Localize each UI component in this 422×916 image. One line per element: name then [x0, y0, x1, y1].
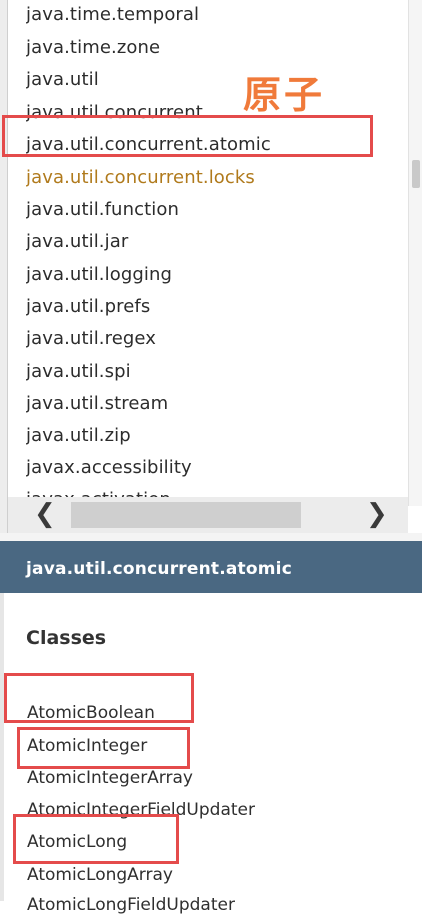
package-link-java-util-concurrent[interactable]: java.util.concurrent	[26, 102, 203, 124]
package-link-java-util-logging[interactable]: java.util.logging	[26, 264, 172, 286]
frame-left-edge	[0, 593, 4, 901]
class-list-frame: Classes AtomicBoolean AtomicInteger Atom…	[0, 593, 422, 915]
package-link-java-util[interactable]: java.util	[26, 69, 99, 91]
class-link-atomiclong[interactable]: AtomicLong	[27, 831, 127, 853]
vertical-scrollbar[interactable]	[408, 0, 422, 506]
class-link-atomicboolean[interactable]: AtomicBoolean	[27, 702, 155, 724]
package-link-javax-accessibility[interactable]: javax.accessibility	[26, 457, 192, 479]
class-link-atomiclongfieldupdater[interactable]: AtomicLongFieldUpdater	[27, 894, 235, 916]
classes-heading: Classes	[26, 627, 107, 649]
package-link-java-util-concurrent-atomic[interactable]: java.util.concurrent.atomic	[26, 134, 271, 156]
package-link-java-util-function[interactable]: java.util.function	[26, 199, 179, 221]
horizontal-scrollbar[interactable]: ❮ ❯	[8, 497, 408, 533]
package-link-java-util-stream[interactable]: java.util.stream	[26, 393, 168, 415]
package-title[interactable]: java.util.concurrent.atomic	[26, 559, 292, 579]
class-link-atomicintegerfieldupdater[interactable]: AtomicIntegerFieldUpdater	[27, 799, 255, 821]
scroll-right-arrow-icon[interactable]: ❯	[366, 499, 388, 529]
package-header-bar: java.util.concurrent.atomic	[0, 541, 422, 593]
package-link-java-time-temporal[interactable]: java.time.temporal	[26, 4, 199, 26]
horizontal-scrollbar-thumb[interactable]	[71, 502, 301, 528]
frame-divider	[0, 533, 422, 541]
package-link-java-util-concurrent-locks[interactable]: java.util.concurrent.locks	[26, 167, 255, 189]
class-link-atomiclongarray[interactable]: AtomicLongArray	[27, 864, 173, 886]
package-list[interactable]: java.time.temporal java.time.zone java.u…	[26, 0, 406, 506]
package-list-frame: java.time.temporal java.time.zone java.u…	[0, 0, 422, 540]
class-link-atomicinteger[interactable]: AtomicInteger	[27, 735, 147, 757]
package-link-java-util-prefs[interactable]: java.util.prefs	[26, 296, 150, 318]
package-link-java-util-regex[interactable]: java.util.regex	[26, 328, 156, 350]
annotation-label: 原子	[243, 73, 326, 117]
frame-left-edge	[0, 0, 8, 540]
package-link-java-util-jar[interactable]: java.util.jar	[26, 231, 128, 253]
package-link-java-time-zone[interactable]: java.time.zone	[26, 37, 160, 59]
package-link-java-util-spi[interactable]: java.util.spi	[26, 361, 131, 383]
vertical-scrollbar-thumb[interactable]	[412, 160, 420, 188]
package-link-java-util-zip[interactable]: java.util.zip	[26, 425, 131, 447]
class-link-atomicintegerarray[interactable]: AtomicIntegerArray	[27, 767, 193, 789]
scroll-left-arrow-icon[interactable]: ❮	[34, 499, 56, 529]
